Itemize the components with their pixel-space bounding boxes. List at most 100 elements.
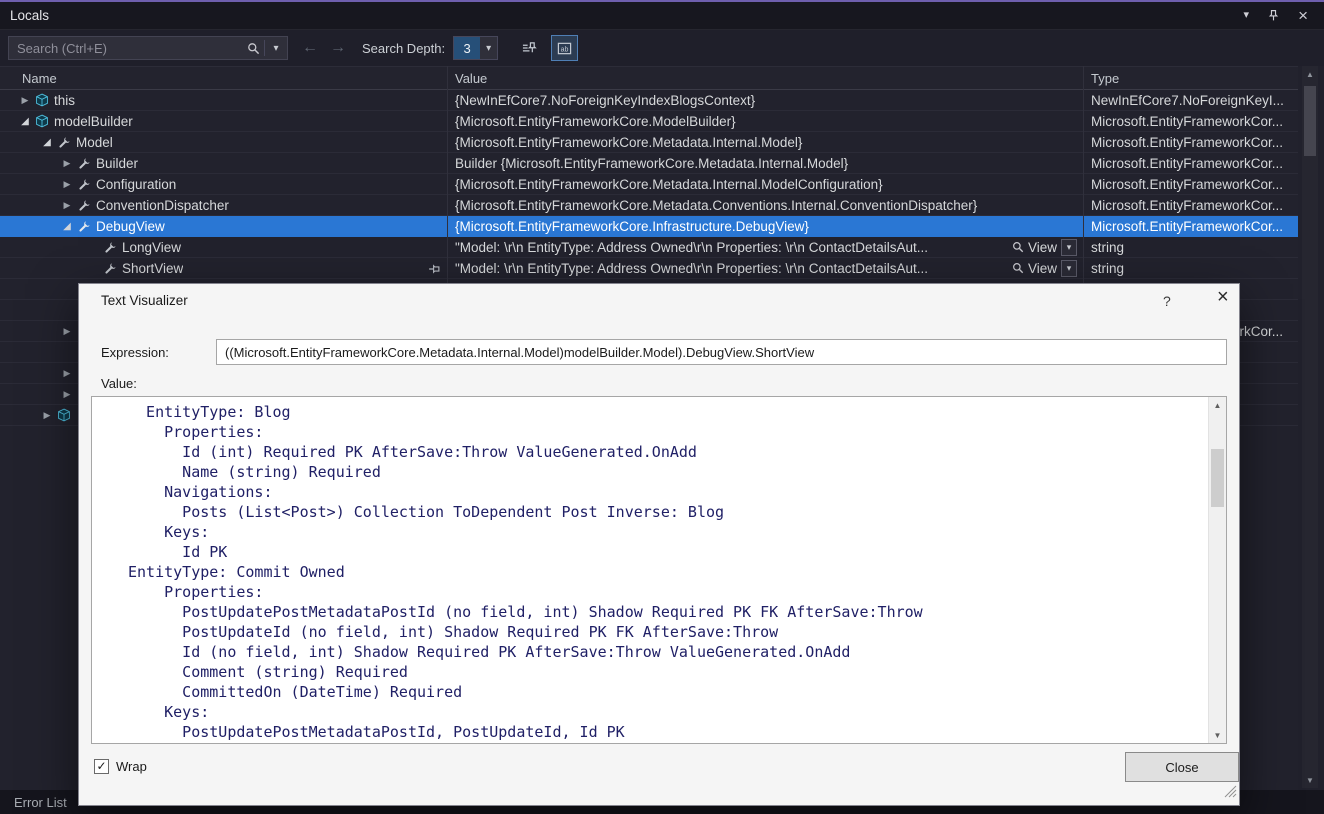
type-cell: string xyxy=(1083,237,1298,257)
grid-header: Name Value Type xyxy=(0,66,1298,90)
type-cell: NewInEfCore7.NoForeignKeyI... xyxy=(1083,90,1298,110)
vertical-scrollbar[interactable]: ▲ ▼ xyxy=(1302,66,1318,788)
row-value: {Microsoft.EntityFrameworkCore.Infrastru… xyxy=(455,219,1077,234)
row-value: {Microsoft.EntityFrameworkCore.Metadata.… xyxy=(455,135,1077,150)
scroll-down-button[interactable]: ▼ xyxy=(1302,772,1318,788)
pin-to-source-icon[interactable] xyxy=(425,263,441,276)
expand-collapsed-icon[interactable]: ▶ xyxy=(18,95,32,106)
search-depth-dropdown[interactable]: ▾ xyxy=(480,37,497,59)
value-textarea[interactable]: EntityType: Blog Properties: Id (int) Re… xyxy=(91,396,1227,744)
scroll-up-button[interactable]: ▲ xyxy=(1209,397,1226,413)
locals-row-modelbuilder[interactable]: ◢ modelBuilder {Microsoft.EntityFramewor… xyxy=(0,111,1298,132)
row-type: NewInEfCore7.NoForeignKeyI... xyxy=(1091,93,1284,108)
locals-row-conventiondispatcher[interactable]: ▶ ConventionDispatcher {Microsoft.Entity… xyxy=(0,195,1298,216)
row-type: Microsoft.EntityFrameworkCor... xyxy=(1091,219,1283,234)
wrench-icon xyxy=(76,197,92,213)
expand-expanded-icon[interactable]: ◢ xyxy=(40,137,54,148)
wrench-icon xyxy=(102,260,118,276)
locals-row-this[interactable]: ▶ this {NewInEfCore7.NoForeignKeyIndexBl… xyxy=(0,90,1298,111)
scrollbar-thumb[interactable] xyxy=(1211,449,1224,507)
view-button[interactable]: View ▾ xyxy=(1012,239,1077,256)
view-dropdown-button[interactable]: ▾ xyxy=(1061,260,1077,277)
wrench-icon xyxy=(102,239,118,255)
search-icon xyxy=(247,42,260,55)
wrap-checkbox[interactable]: ✓ xyxy=(94,759,109,774)
row-value: Builder {Microsoft.EntityFrameworkCore.M… xyxy=(455,156,1077,171)
close-icon: × xyxy=(1217,286,1229,308)
pin-icon xyxy=(1267,9,1280,22)
value-cell: "Model: \r\n EntityType: Address Owned\r… xyxy=(447,258,1083,278)
textarea-scrollbar[interactable]: ▲ ▼ xyxy=(1208,397,1226,743)
expand-collapsed-icon[interactable]: ▶ xyxy=(60,200,74,211)
visualizer-text[interactable]: EntityType: Blog Properties: Id (int) Re… xyxy=(92,397,1209,743)
wrench-icon xyxy=(76,176,92,192)
view-dropdown-button[interactable]: ▾ xyxy=(1061,239,1077,256)
window-position-button[interactable]: ▾ xyxy=(1244,10,1250,21)
search-input[interactable] xyxy=(9,37,242,59)
close-button[interactable]: Close xyxy=(1125,752,1239,782)
expression-field[interactable] xyxy=(216,339,1227,365)
row-type: Microsoft.EntityFrameworkCor... xyxy=(1091,135,1283,150)
value-cell: {Microsoft.EntityFrameworkCore.Metadata.… xyxy=(447,174,1083,194)
scroll-down-button[interactable]: ▼ xyxy=(1209,727,1226,743)
search-box[interactable]: ▾ xyxy=(8,36,288,60)
ab-box-icon: ab xyxy=(557,41,572,56)
resize-grip[interactable] xyxy=(1224,785,1237,803)
search-options-dropdown[interactable]: ▾ xyxy=(265,37,287,59)
history-nav: ← → xyxy=(302,39,346,57)
search-button[interactable] xyxy=(242,37,264,59)
expand-collapsed-icon[interactable]: ▶ xyxy=(40,410,54,421)
type-cell: Microsoft.EntityFrameworkCor... xyxy=(1083,195,1298,215)
pin-values-button[interactable] xyxy=(516,35,543,61)
dialog-close-button[interactable]: × xyxy=(1217,287,1229,307)
locals-row-configuration[interactable]: ▶ Configuration {Microsoft.EntityFramewo… xyxy=(0,174,1298,195)
help-button[interactable]: ? xyxy=(1163,293,1171,309)
titlebar[interactable]: Locals ▾ × xyxy=(0,2,1324,30)
expand-collapsed-icon[interactable]: ▶ xyxy=(60,389,74,400)
row-value: {NewInEfCore7.NoForeignKeyIndexBlogsCont… xyxy=(455,93,1077,108)
scrollbar-thumb[interactable] xyxy=(1304,86,1316,156)
scroll-up-button[interactable]: ▲ xyxy=(1302,66,1318,82)
expand-collapsed-icon[interactable]: ▶ xyxy=(60,326,74,337)
pinnable-properties-toggle[interactable]: ab xyxy=(551,35,578,61)
check-icon: ✓ xyxy=(96,760,106,772)
expand-expanded-icon[interactable]: ◢ xyxy=(18,116,32,127)
object-cube-icon xyxy=(34,92,50,108)
row-name: ShortView xyxy=(122,261,183,276)
name-cell: ▶ this xyxy=(0,90,447,110)
locals-row-longview[interactable]: LongView "Model: \r\n EntityType: Addres… xyxy=(0,237,1298,258)
chevron-down-icon: ▾ xyxy=(486,43,491,54)
column-header-type[interactable]: Type xyxy=(1083,67,1298,89)
view-button[interactable]: View ▾ xyxy=(1012,260,1077,277)
wrap-option: ✓ Wrap xyxy=(94,759,147,774)
back-button[interactable]: ← xyxy=(302,39,318,57)
search-depth-select[interactable]: 3 ▾ xyxy=(453,36,498,60)
expand-collapsed-icon[interactable]: ▶ xyxy=(60,158,74,169)
locals-row-debugview-selected[interactable]: ◢ DebugView {Microsoft.EntityFrameworkCo… xyxy=(0,216,1298,237)
name-cell: ▶ ConventionDispatcher xyxy=(0,195,447,215)
locals-row-shortview[interactable]: ShortView "Model: \r\n EntityType: Addre… xyxy=(0,258,1298,279)
accent-top-border xyxy=(0,0,1324,2)
locals-row-model[interactable]: ◢ Model {Microsoft.EntityFrameworkCore.M… xyxy=(0,132,1298,153)
locals-row-builder[interactable]: ▶ Builder Builder {Microsoft.EntityFrame… xyxy=(0,153,1298,174)
value-cell: {NewInEfCore7.NoForeignKeyIndexBlogsCont… xyxy=(447,90,1083,110)
type-cell: string xyxy=(1083,258,1298,278)
row-name: this xyxy=(54,93,75,108)
view-label: View xyxy=(1028,261,1057,276)
row-name: ConventionDispatcher xyxy=(96,198,229,213)
expand-expanded-icon[interactable]: ◢ xyxy=(60,221,74,232)
dock-pin-button[interactable] xyxy=(1267,9,1280,22)
row-value: "Model: \r\n EntityType: Address Owned\r… xyxy=(455,240,1006,255)
forward-button[interactable]: → xyxy=(330,39,346,57)
row-name: Builder xyxy=(96,156,138,171)
row-type: Microsoft.EntityFrameworkCor... xyxy=(1091,114,1283,129)
value-cell: {Microsoft.EntityFrameworkCore.Infrastru… xyxy=(447,216,1083,236)
chevron-down-icon: ▾ xyxy=(273,43,278,54)
column-header-value[interactable]: Value xyxy=(447,67,1083,89)
expand-collapsed-icon[interactable]: ▶ xyxy=(60,179,74,190)
row-value: {Microsoft.EntityFrameworkCore.Metadata.… xyxy=(455,177,1077,192)
column-header-name[interactable]: Name xyxy=(0,67,447,89)
error-list-label[interactable]: Error List xyxy=(14,795,67,810)
expand-collapsed-icon[interactable]: ▶ xyxy=(60,368,74,379)
close-window-button[interactable]: × xyxy=(1298,7,1308,24)
